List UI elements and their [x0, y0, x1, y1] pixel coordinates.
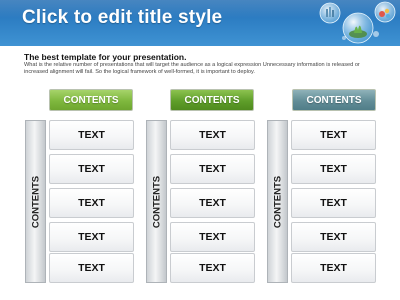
text-cell[interactable]: TEXT	[170, 222, 255, 252]
column-header-2[interactable]: CONTENTS	[170, 89, 254, 111]
text-cell[interactable]: TEXT	[49, 154, 134, 184]
text-cell[interactable]: TEXT	[49, 188, 134, 218]
side-label-bar-3: CONTENTS	[267, 120, 288, 283]
text-cell[interactable]: TEXT	[291, 154, 376, 184]
text-cell[interactable]: TEXT	[49, 253, 134, 283]
text-cell[interactable]: TEXT	[170, 120, 255, 150]
text-cell[interactable]: TEXT	[49, 222, 134, 252]
slide-title[interactable]: Click to edit title style	[22, 7, 222, 29]
slide-header: Click to edit title style	[0, 0, 400, 46]
globe-bubbles-icon	[319, 1, 396, 44]
side-label-bar-1: CONTENTS	[25, 120, 46, 283]
side-label-2[interactable]: CONTENTS	[151, 175, 162, 227]
side-label-3[interactable]: CONTENTS	[272, 175, 283, 227]
text-cell[interactable]: TEXT	[291, 188, 376, 218]
column-header-1[interactable]: CONTENTS	[49, 89, 133, 111]
text-cell[interactable]: TEXT	[291, 253, 376, 283]
column-header-3[interactable]: CONTENTS	[292, 89, 376, 111]
text-cell[interactable]: TEXT	[170, 154, 255, 184]
intro-body[interactable]: What is the relative number of presentat…	[24, 62, 384, 76]
text-cell[interactable]: TEXT	[170, 188, 255, 218]
text-cell[interactable]: TEXT	[170, 253, 255, 283]
text-cell[interactable]: TEXT	[291, 120, 376, 150]
side-label-1[interactable]: CONTENTS	[30, 175, 41, 227]
side-label-bar-2: CONTENTS	[146, 120, 167, 283]
text-cell[interactable]: TEXT	[291, 222, 376, 252]
intro-heading[interactable]: The best template for your presentation.	[24, 52, 186, 62]
text-cell[interactable]: TEXT	[49, 120, 134, 150]
